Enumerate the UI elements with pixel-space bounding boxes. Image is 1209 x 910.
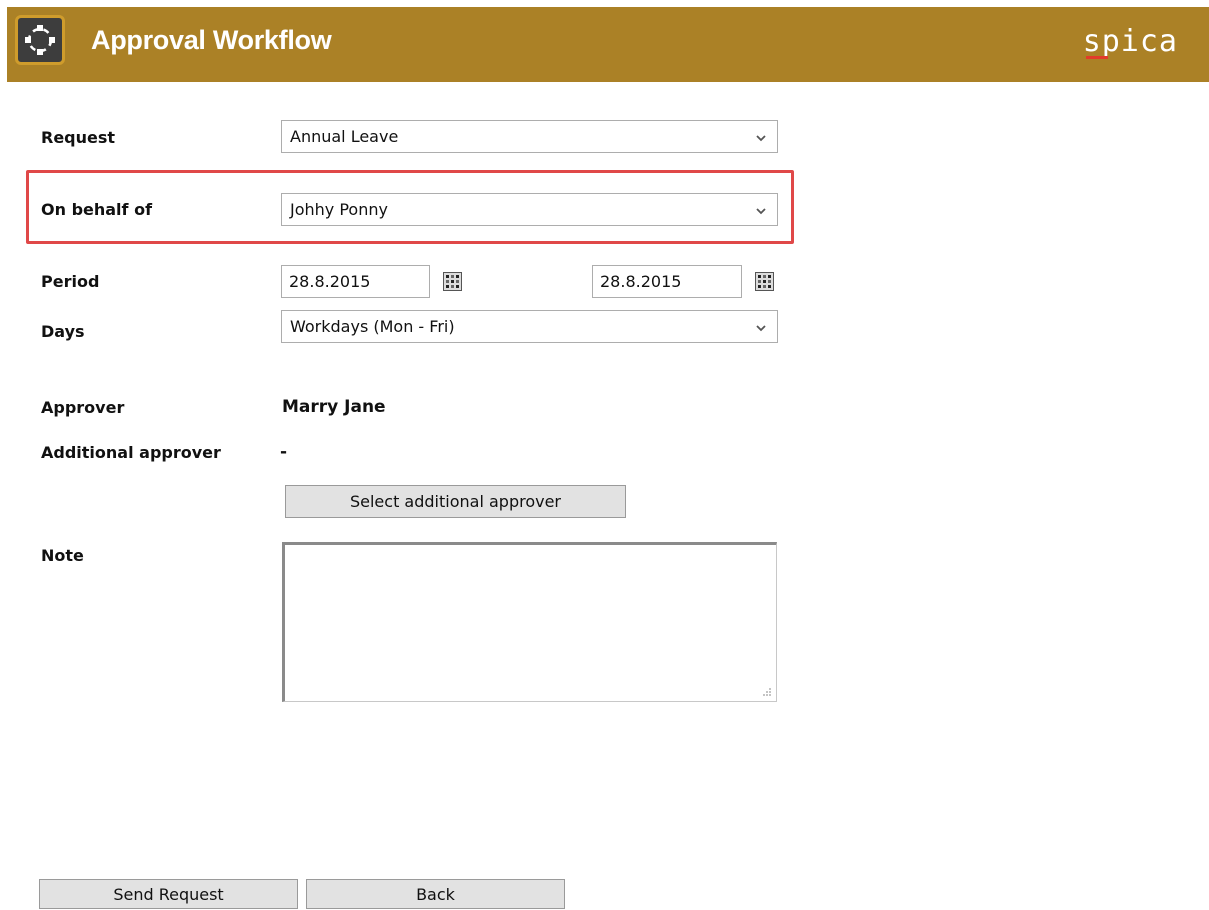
app-logo-icon [15, 15, 65, 65]
resize-grip-icon[interactable] [762, 687, 772, 697]
note-textarea[interactable] [282, 542, 777, 702]
chevron-down-icon [756, 325, 766, 332]
period-to-input[interactable]: 28.8.2015 [592, 265, 742, 298]
select-additional-approver-button[interactable]: Select additional approver [285, 485, 626, 518]
brand-logo: spica [1082, 24, 1178, 59]
page-title: Approval Workflow [91, 25, 332, 55]
on-behalf-of-select-value: Johhy Ponny [290, 200, 388, 219]
on-behalf-of-select[interactable]: Johhy Ponny [281, 193, 778, 226]
calendar-icon[interactable] [755, 272, 774, 291]
chevron-down-icon [756, 208, 766, 215]
request-select[interactable]: Annual Leave [281, 120, 778, 153]
calendar-icon[interactable] [443, 272, 462, 291]
app-header: Approval Workflow spica [7, 7, 1209, 82]
approver-value: Marry Jane [282, 397, 386, 417]
period-from-input[interactable]: 28.8.2015 [281, 265, 430, 298]
chevron-down-icon [756, 135, 766, 142]
approver-label: Approver [41, 398, 125, 417]
send-request-button[interactable]: Send Request [39, 879, 298, 909]
back-button[interactable]: Back [306, 879, 565, 909]
days-select[interactable]: Workdays (Mon - Fri) [281, 310, 778, 343]
period-label: Period [41, 272, 100, 291]
request-select-value: Annual Leave [290, 127, 399, 146]
additional-approver-value: - [280, 442, 288, 462]
on-behalf-of-label: On behalf of [41, 200, 153, 219]
request-label: Request [41, 128, 116, 147]
days-label: Days [41, 322, 85, 341]
note-label: Note [41, 546, 84, 565]
additional-approver-label: Additional approver [41, 443, 221, 462]
days-select-value: Workdays (Mon - Fri) [290, 317, 455, 336]
brand-underline [1086, 56, 1108, 59]
